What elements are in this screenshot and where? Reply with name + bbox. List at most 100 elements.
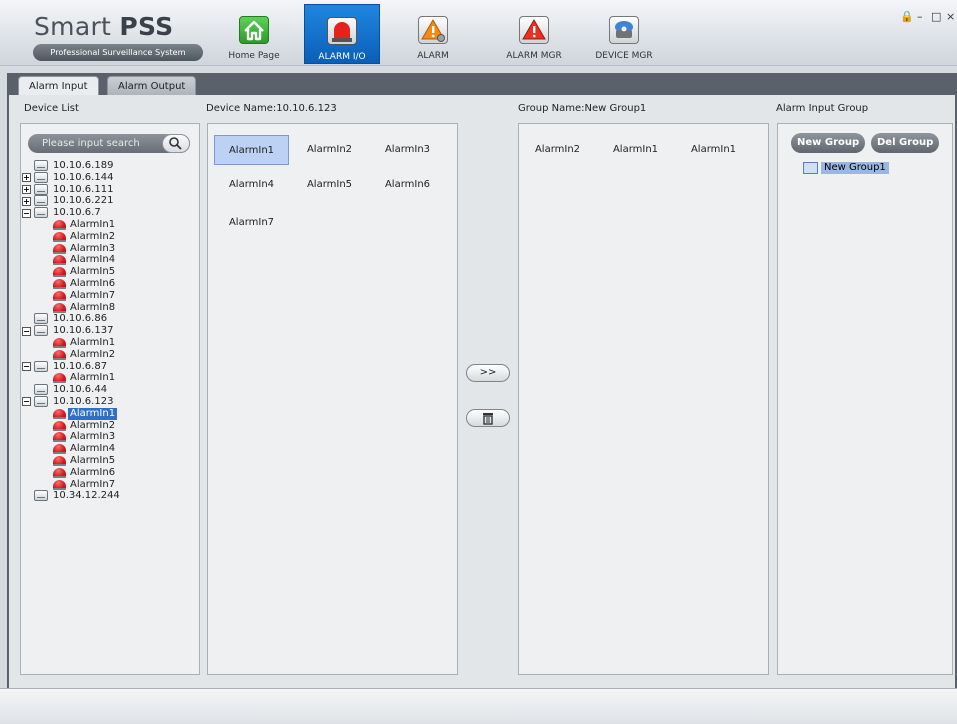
group-alarm-item[interactable]: AlarmIn1 xyxy=(598,135,673,165)
minimize-icon[interactable]: – xyxy=(917,10,923,23)
tree-alarm-node[interactable]: AlarmIn3 xyxy=(32,243,200,255)
alarm-light-icon xyxy=(53,337,66,348)
tree-alarm-node[interactable]: AlarmIn5 xyxy=(32,455,200,467)
nav-device-mgr[interactable]: DEVICE MGR xyxy=(584,4,664,64)
nav-alarm-mgr[interactable]: ALARM MGR xyxy=(496,4,572,64)
device-icon xyxy=(34,325,48,337)
search-button[interactable] xyxy=(162,134,190,153)
device-alarm-item[interactable]: AlarmIn3 xyxy=(370,135,445,165)
tree-node-label: AlarmIn6 xyxy=(70,466,116,478)
new-group-button[interactable]: New Group xyxy=(791,133,866,153)
device-alarm-item[interactable]: AlarmIn1 xyxy=(214,135,289,165)
tree-alarm-node[interactable]: AlarmIn5 xyxy=(32,266,200,278)
tree-device-node[interactable]: − 10.10.6.123 xyxy=(22,395,200,408)
expand-icon[interactable]: + xyxy=(22,173,31,183)
tree-alarm-node[interactable]: AlarmIn3 xyxy=(32,431,200,443)
expand-icon[interactable]: + xyxy=(22,185,31,195)
collapse-icon[interactable]: − xyxy=(22,362,31,372)
tree-alarm-node[interactable]: AlarmIn4 xyxy=(32,443,200,455)
device-icon xyxy=(34,490,48,502)
group-alarm-item[interactable]: AlarmIn2 xyxy=(520,135,595,165)
tree-alarm-node[interactable]: AlarmIn1 xyxy=(32,372,200,384)
tab-alarm-input[interactable]: Alarm Input xyxy=(18,76,99,96)
tree-alarm-node[interactable]: AlarmIn7 xyxy=(32,290,200,302)
tree-device-node[interactable]: − 10.10.6.7 xyxy=(22,207,200,219)
tree-node-label: AlarmIn8 xyxy=(70,301,116,313)
tree-device-node[interactable]: +10.10.6.221 xyxy=(22,195,200,207)
nav-alarm[interactable]: ALARM xyxy=(400,4,466,64)
tree-device-node[interactable]: 10.10.6.44 xyxy=(32,384,200,396)
alarm-light-icon xyxy=(53,349,66,360)
nav-alarm-io[interactable]: ALARM I/O xyxy=(304,4,380,64)
tree-alarm-node[interactable]: AlarmIn1 xyxy=(32,337,200,349)
top-bar: Smart PSS Professional Surveillance Syst… xyxy=(0,0,957,66)
device-alarm-item[interactable]: AlarmIn6 xyxy=(370,170,445,200)
app-subtitle: Professional Surveillance System xyxy=(33,44,203,61)
device-icon xyxy=(34,195,48,207)
device-icon xyxy=(609,16,639,44)
lock-icon[interactable]: 🔒 xyxy=(900,10,914,23)
tree-alarm-node[interactable]: AlarmIn1 xyxy=(32,219,200,231)
device-alarm-item[interactable]: AlarmIn2 xyxy=(292,135,367,165)
alarm-light-icon xyxy=(53,231,66,242)
tree-device-node[interactable]: +10.10.6.111 xyxy=(22,183,200,196)
add-to-group-button[interactable]: >> xyxy=(466,364,510,382)
home-icon xyxy=(239,16,269,44)
collapse-icon[interactable]: − xyxy=(22,208,31,218)
tree-alarm-node[interactable]: AlarmIn8 xyxy=(32,302,200,314)
tree-node-label: AlarmIn1 xyxy=(70,336,116,348)
tree-alarm-node[interactable]: AlarmIn2 xyxy=(32,349,200,361)
alarm-light-icon xyxy=(53,243,66,254)
alarm-light-icon xyxy=(53,290,66,301)
tree-device-node[interactable]: +10.10.6.144 xyxy=(22,171,200,184)
tree-alarm-node[interactable]: AlarmIn4 xyxy=(32,254,200,266)
tree-alarm-node[interactable]: AlarmIn2 xyxy=(32,420,200,432)
tree-node-label: AlarmIn1 xyxy=(70,218,116,230)
tree-node-label: 10.10.6.189 xyxy=(53,160,114,171)
alarm-light-icon xyxy=(53,302,66,313)
expand-icon[interactable]: + xyxy=(22,196,31,206)
tree-node-label: 10.10.6.7 xyxy=(53,207,101,219)
device-alarm-item[interactable]: AlarmIn4 xyxy=(214,170,289,200)
tree-alarm-node[interactable]: AlarmIn6 xyxy=(32,467,200,479)
device-icon xyxy=(34,360,48,372)
tab-alarm-output[interactable]: Alarm Output xyxy=(107,76,197,96)
group-alarm-item[interactable]: AlarmIn1 xyxy=(676,135,751,165)
tree-node-label: 10.10.6.137 xyxy=(53,325,114,337)
warning-icon xyxy=(519,16,549,44)
alarm-light-icon xyxy=(53,408,66,419)
tree-node-label: AlarmIn4 xyxy=(70,443,116,455)
device-tree: 10.10.6.189 +10.10.6.144 +10.10.6.111 +10.1… xyxy=(22,160,200,502)
alarm-light-icon xyxy=(53,373,66,384)
device-icon xyxy=(34,395,48,407)
tree-node-label: 10.10.6.123 xyxy=(53,395,114,407)
device-alarm-item[interactable]: AlarmIn5 xyxy=(292,170,367,200)
tree-device-node[interactable]: − 10.10.6.137 xyxy=(22,325,200,337)
tree-device-node[interactable]: − 10.10.6.87 xyxy=(22,360,200,373)
app-title: Smart PSS xyxy=(34,12,174,41)
alarm-input-group-panel xyxy=(777,123,953,675)
close-icon[interactable]: × xyxy=(946,10,955,23)
tree-node-label: 10.10.6.221 xyxy=(53,195,114,207)
tree-device-node[interactable]: 10.34.12.244 xyxy=(32,490,200,502)
collapse-icon[interactable]: − xyxy=(22,397,31,407)
tree-alarm-node[interactable]: AlarmIn2 xyxy=(32,231,200,243)
tree-node-label: 10.10.6.87 xyxy=(53,360,108,372)
tree-node-label: 10.34.12.244 xyxy=(53,490,120,502)
tree-device-node[interactable]: 10.10.6.189 xyxy=(32,160,200,172)
nav-home-page[interactable]: Home Page xyxy=(218,4,290,64)
maximize-icon[interactable]: □ xyxy=(931,10,941,23)
device-alarm-item[interactable]: AlarmIn7 xyxy=(214,208,289,238)
tree-alarm-node[interactable]: AlarmIn7 xyxy=(32,479,200,491)
tree-node-label: 10.10.6.44 xyxy=(53,384,108,396)
alarm-light-icon xyxy=(53,455,66,466)
tree-node-label: AlarmIn3 xyxy=(70,431,116,443)
tree-node-label: AlarmIn1 xyxy=(70,372,116,384)
del-group-button[interactable]: Del Group xyxy=(871,133,940,153)
tree-device-node[interactable]: 10.10.6.86 xyxy=(32,313,200,325)
tree-alarm-node[interactable]: AlarmIn6 xyxy=(32,278,200,290)
collapse-icon[interactable]: − xyxy=(22,326,31,336)
alarm-light-icon xyxy=(53,255,66,266)
tree-alarm-node[interactable]: AlarmIn1 xyxy=(32,407,200,420)
remove-from-group-button[interactable] xyxy=(466,409,510,427)
